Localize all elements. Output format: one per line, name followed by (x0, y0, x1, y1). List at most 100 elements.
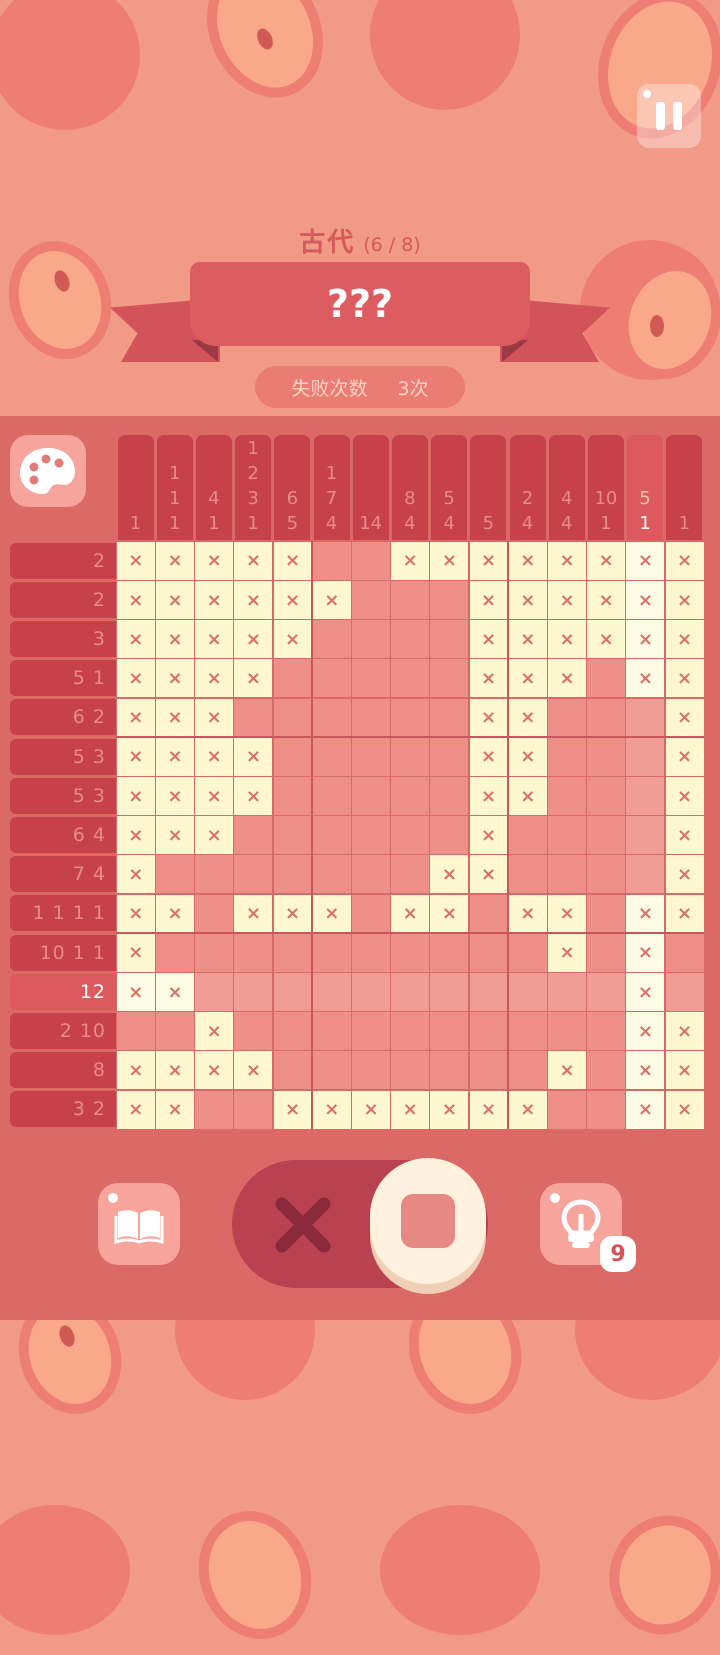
grid-cell[interactable]: × (665, 541, 704, 580)
grid-cell[interactable] (352, 1051, 390, 1090)
grid-cell[interactable] (587, 816, 626, 855)
grid-cell[interactable] (587, 659, 626, 698)
grid-cell[interactable]: × (116, 620, 155, 659)
grid-cell[interactable]: × (234, 541, 273, 580)
grid-cell[interactable] (273, 973, 312, 1011)
grid-cell[interactable] (234, 855, 273, 894)
grid-cell[interactable] (430, 816, 469, 855)
grid-cell[interactable]: × (548, 581, 586, 619)
grid-cell[interactable]: × (273, 894, 312, 933)
grid-cell[interactable] (626, 855, 665, 894)
grid-cell[interactable]: × (156, 894, 194, 933)
grid-cell[interactable]: × (156, 816, 194, 855)
grid-cell[interactable] (352, 737, 390, 776)
grid-cell[interactable] (430, 659, 469, 698)
grid-cell[interactable] (352, 581, 390, 619)
grid-cell[interactable] (391, 933, 430, 972)
grid-cell[interactable]: × (195, 659, 234, 698)
grid-cell[interactable]: × (626, 894, 665, 933)
grid-cell[interactable]: × (195, 620, 234, 659)
grid-cell[interactable] (312, 933, 351, 972)
grid-cell[interactable] (273, 855, 312, 894)
grid-cell[interactable] (587, 1051, 626, 1090)
grid-cell[interactable]: × (195, 698, 234, 737)
grid-cell[interactable] (430, 1051, 469, 1090)
grid-cell[interactable] (156, 933, 194, 972)
grid-cell[interactable]: × (665, 620, 704, 659)
grid-cell[interactable]: × (665, 698, 704, 737)
grid-cell[interactable] (508, 1051, 547, 1090)
grid-cell[interactable]: × (156, 541, 194, 580)
grid-cell[interactable]: × (548, 933, 586, 972)
grid-cell[interactable] (508, 855, 547, 894)
grid-cell[interactable] (430, 1012, 469, 1051)
grid-cell[interactable]: × (469, 1090, 508, 1129)
grid-cell[interactable]: × (430, 1090, 469, 1129)
grid-cell[interactable]: × (508, 777, 547, 815)
grid-cell[interactable]: × (195, 1012, 234, 1051)
grid-cell[interactable] (312, 541, 351, 580)
grid-cell[interactable]: × (234, 737, 273, 776)
grid-cell[interactable] (195, 933, 234, 972)
grid-cell[interactable] (195, 894, 234, 933)
grid-cell[interactable]: × (195, 541, 234, 580)
grid-cell[interactable]: × (116, 541, 155, 580)
grid-cell[interactable]: × (273, 620, 312, 659)
grid-cell[interactable] (430, 933, 469, 972)
grid-cell[interactable] (391, 1051, 430, 1090)
grid-cell[interactable]: × (469, 777, 508, 815)
grid-cell[interactable] (391, 1012, 430, 1051)
grid-cell[interactable]: × (665, 659, 704, 698)
grid-cell[interactable] (626, 777, 665, 815)
grid-cell[interactable] (312, 1051, 351, 1090)
grid-cell[interactable]: × (312, 894, 351, 933)
grid-cell[interactable]: × (156, 698, 194, 737)
grid-cell[interactable]: × (195, 777, 234, 815)
pause-button[interactable] (637, 84, 701, 148)
grid-cell[interactable]: × (665, 894, 704, 933)
grid-cell[interactable]: × (156, 620, 194, 659)
grid-cell[interactable]: × (548, 659, 586, 698)
grid-cell[interactable] (587, 973, 626, 1011)
grid-cell[interactable]: × (508, 541, 547, 580)
grid-cell[interactable]: × (195, 737, 234, 776)
grid-cell[interactable] (234, 973, 273, 1011)
grid-cell[interactable]: × (587, 620, 626, 659)
grid-cell[interactable]: × (116, 777, 155, 815)
grid-cell[interactable]: × (116, 737, 155, 776)
grid-cell[interactable] (156, 1012, 194, 1051)
grid-cell[interactable]: × (548, 620, 586, 659)
grid-cell[interactable]: × (273, 541, 312, 580)
grid-cell[interactable]: × (626, 1090, 665, 1129)
grid-cell[interactable]: × (430, 894, 469, 933)
grid-cell[interactable]: × (391, 1090, 430, 1129)
grid-cell[interactable]: × (469, 659, 508, 698)
grid-cell[interactable]: × (391, 541, 430, 580)
grid-cell[interactable] (234, 698, 273, 737)
grid-cell[interactable]: × (156, 973, 194, 1011)
grid-cell[interactable]: × (665, 855, 704, 894)
grid-cell[interactable] (352, 855, 390, 894)
grid-cell[interactable] (195, 855, 234, 894)
grid-cell[interactable]: × (234, 777, 273, 815)
grid-cell[interactable] (234, 933, 273, 972)
grid-cell[interactable]: × (508, 698, 547, 737)
grid-cell[interactable]: × (156, 581, 194, 619)
grid-cell[interactable] (469, 1012, 508, 1051)
grid-cell[interactable] (352, 659, 390, 698)
grid-cell[interactable] (312, 620, 351, 659)
grid-cell[interactable] (430, 620, 469, 659)
grid-cell[interactable]: × (626, 973, 665, 1011)
grid-cell[interactable] (391, 659, 430, 698)
grid-cell[interactable]: × (548, 894, 586, 933)
grid-cell[interactable] (587, 855, 626, 894)
grid-cell[interactable] (352, 973, 390, 1011)
grid-cell[interactable] (273, 1012, 312, 1051)
grid-cell[interactable]: × (665, 1090, 704, 1129)
grid-cell[interactable] (391, 855, 430, 894)
grid-cell[interactable]: × (234, 894, 273, 933)
grid-cell[interactable] (508, 1012, 547, 1051)
grid-cell[interactable] (391, 777, 430, 815)
grid-cell[interactable] (430, 737, 469, 776)
grid-cell[interactable]: × (626, 620, 665, 659)
